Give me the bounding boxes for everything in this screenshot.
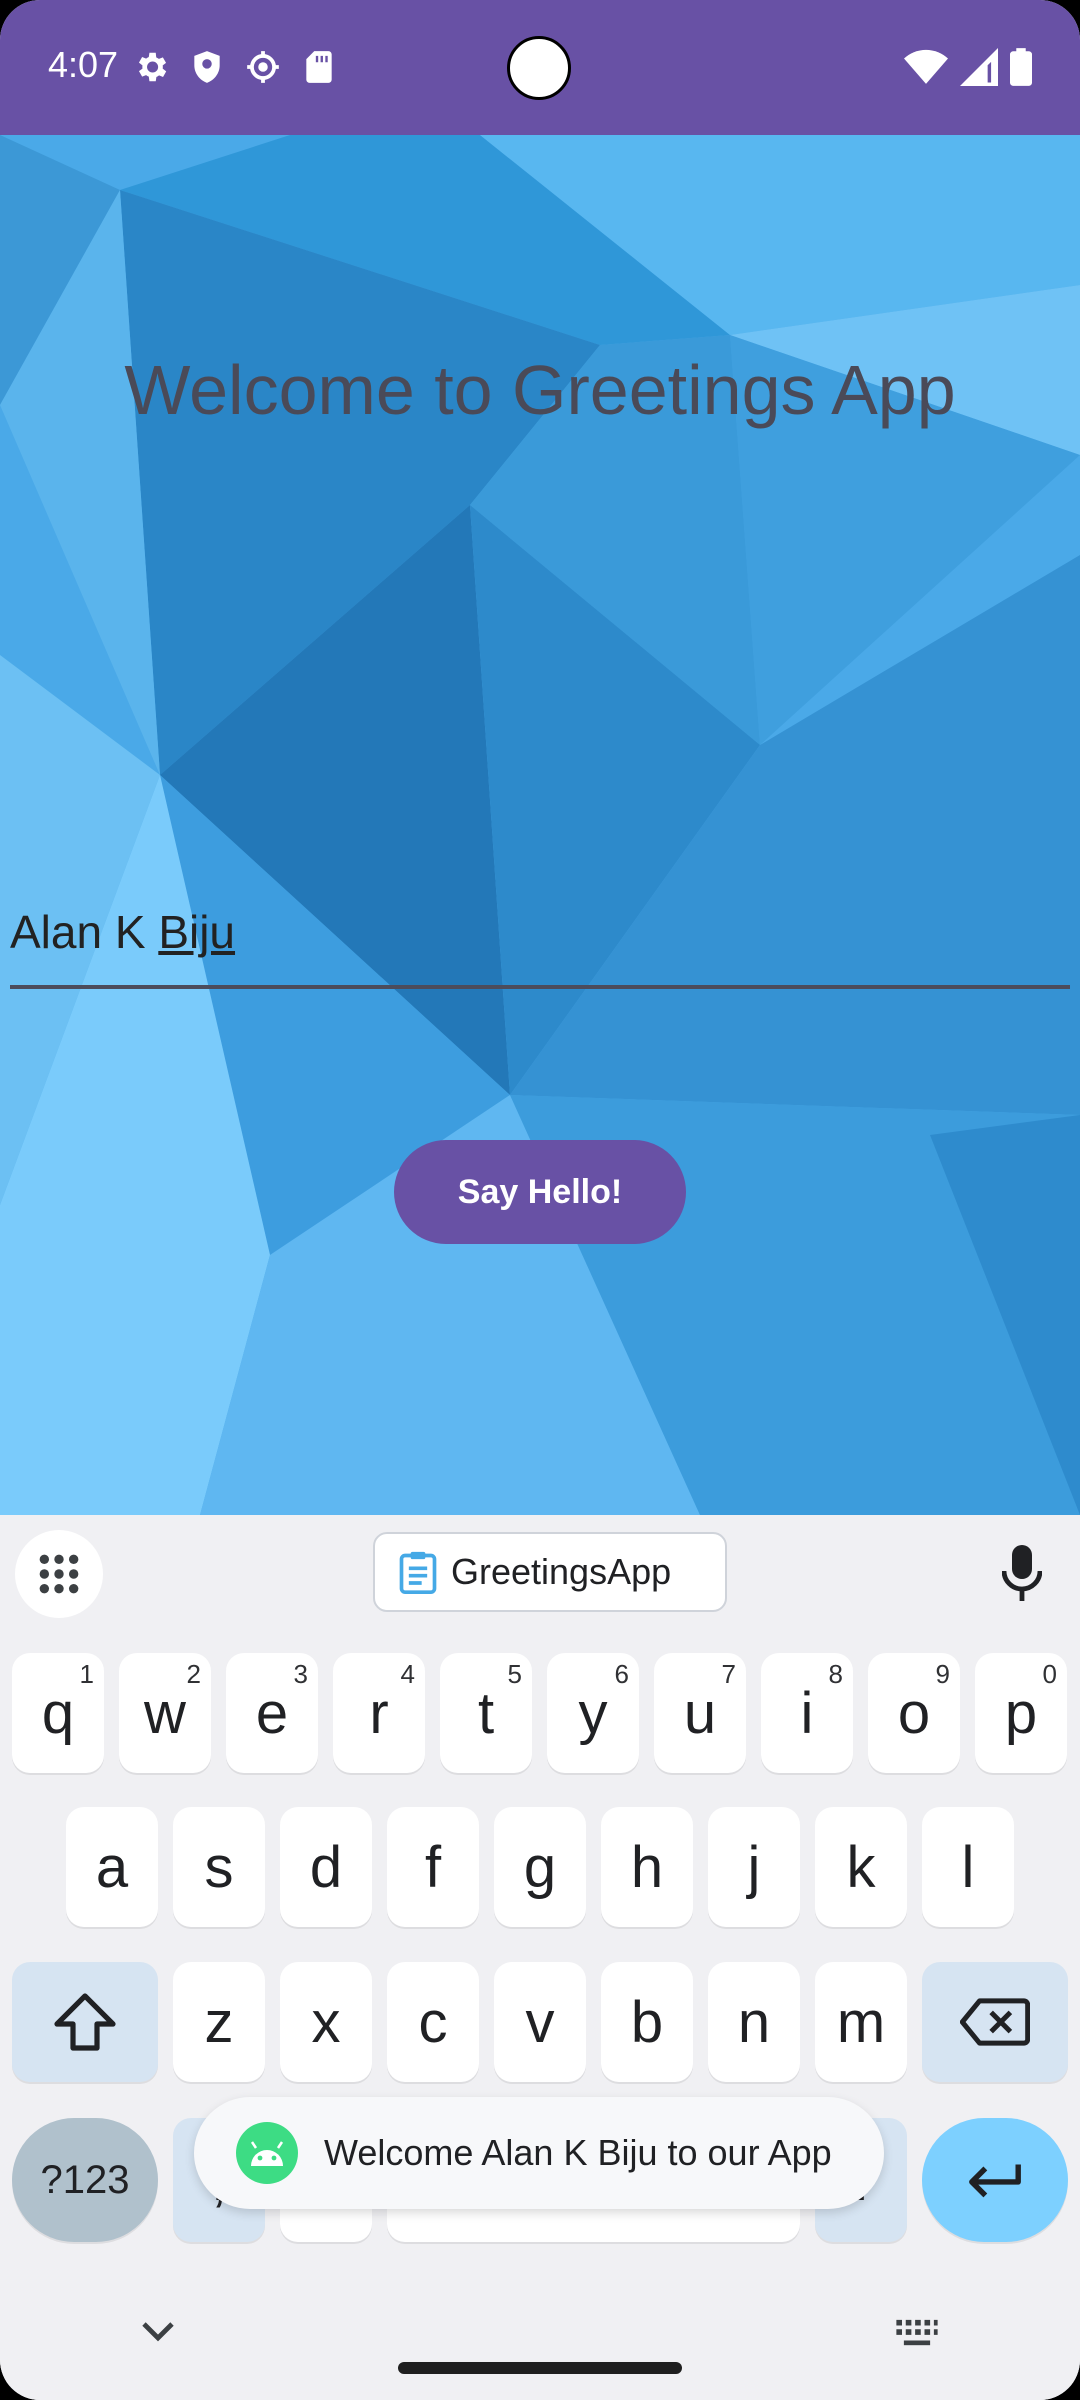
key-hint: 0 — [1042, 1659, 1057, 1689]
say-hello-button[interactable]: Say Hello! — [394, 1140, 686, 1244]
key-f[interactable]: f — [387, 1807, 479, 1927]
welcome-title: Welcome to Greetings App — [124, 351, 956, 429]
grid-icon — [39, 1554, 79, 1594]
status-time: 4:07 — [48, 44, 119, 85]
battery-icon — [1010, 48, 1032, 86]
key-hint: 1 — [79, 1659, 94, 1689]
switch-keyboard-button[interactable] — [894, 2318, 940, 2352]
signal-icon — [960, 48, 998, 86]
keyboard-toolbar: GreetingsApp — [0, 1515, 1080, 1635]
key-k[interactable]: k — [815, 1807, 907, 1927]
key-h[interactable]: h — [601, 1807, 693, 1927]
key-y[interactable]: y6 — [547, 1653, 639, 1773]
status-bar: 4:07 — [0, 0, 1080, 135]
symbols-key[interactable]: ?123 — [12, 2118, 158, 2242]
toast-text: Welcome Alan K Biju to our App — [324, 2132, 832, 2173]
toast-message: Welcome Alan K Biju to our App — [194, 2097, 884, 2209]
status-icons-right — [904, 48, 1032, 86]
android-icon — [236, 2122, 298, 2184]
key-a[interactable]: a — [66, 1807, 158, 1927]
keyboard-icon — [896, 2319, 938, 2346]
key-u[interactable]: u7 — [654, 1653, 746, 1773]
enter-key[interactable] — [922, 2118, 1068, 2242]
app-content: Welcome to Greetings App Alan K Biju Say… — [0, 135, 1080, 1515]
key-e[interactable]: e3 — [226, 1653, 318, 1773]
bug-icon — [247, 51, 279, 83]
key-x[interactable]: x — [280, 1962, 372, 2082]
key-d[interactable]: d — [280, 1807, 372, 1927]
gear-icon — [138, 52, 167, 82]
polygon-background — [0, 135, 1080, 1515]
key-hint: 8 — [828, 1659, 843, 1689]
wifi-icon — [904, 49, 948, 84]
phone-screen: 4:07 Welcome to Greetings App Alan K Bij… — [0, 0, 1080, 2400]
name-input[interactable]: Alan K Biju — [10, 905, 1070, 989]
shift-icon — [54, 1993, 116, 2051]
key-i[interactable]: i8 — [761, 1653, 853, 1773]
key-p[interactable]: p0 — [975, 1653, 1067, 1773]
backspace-icon — [960, 1998, 1030, 2046]
key-r[interactable]: r4 — [333, 1653, 425, 1773]
key-z[interactable]: z — [173, 1962, 265, 2082]
key-q[interactable]: q1 — [12, 1653, 104, 1773]
key-v[interactable]: v — [494, 1962, 586, 2082]
key-s[interactable]: s — [173, 1807, 265, 1927]
shield-icon — [194, 51, 220, 83]
key-n[interactable]: n — [708, 1962, 800, 2082]
key-hint: 3 — [293, 1659, 308, 1689]
key-j[interactable]: j — [708, 1807, 800, 1927]
enter-icon — [969, 2164, 1021, 2198]
key-t[interactable]: t5 — [440, 1653, 532, 1773]
key-hint: 2 — [186, 1659, 201, 1689]
clipboard-chip-label: GreetingsApp — [451, 1551, 672, 1592]
shift-key[interactable] — [12, 1962, 158, 2082]
microphone-icon — [1001, 1545, 1043, 1601]
keyboard-apps-button[interactable] — [15, 1530, 103, 1618]
key-hint: 4 — [400, 1659, 415, 1689]
name-input-text: Alan K — [10, 906, 159, 958]
key-c[interactable]: c — [387, 1962, 479, 2082]
sd-card-icon — [306, 51, 332, 83]
clipboard-icon — [399, 1551, 437, 1594]
key-b[interactable]: b — [601, 1962, 693, 2082]
status-icons-left — [132, 48, 338, 86]
key-w[interactable]: w2 — [119, 1653, 211, 1773]
key-hint: 6 — [614, 1659, 629, 1689]
key-l[interactable]: l — [922, 1807, 1014, 1927]
key-hint: 7 — [721, 1659, 736, 1689]
key-hint: 9 — [935, 1659, 950, 1689]
home-gesture-bar[interactable] — [398, 2362, 682, 2374]
on-screen-keyboard: GreetingsApp q1 w2 e3 r4 t5 y6 u7 i8 o9 … — [0, 1515, 1080, 2400]
key-g[interactable]: g — [494, 1807, 586, 1927]
backspace-key[interactable] — [922, 1962, 1068, 2082]
key-m[interactable]: m — [815, 1962, 907, 2082]
name-input-composing-text: Biju — [158, 906, 236, 958]
key-o[interactable]: o9 — [868, 1653, 960, 1773]
camera-cutout — [507, 36, 571, 100]
voice-input-button[interactable] — [1001, 1545, 1043, 1605]
hide-keyboard-button[interactable] — [140, 2320, 176, 2348]
clipboard-suggestion-chip[interactable]: GreetingsApp — [373, 1532, 727, 1612]
key-hint: 5 — [507, 1659, 522, 1689]
chevron-down-icon — [142, 2322, 174, 2342]
